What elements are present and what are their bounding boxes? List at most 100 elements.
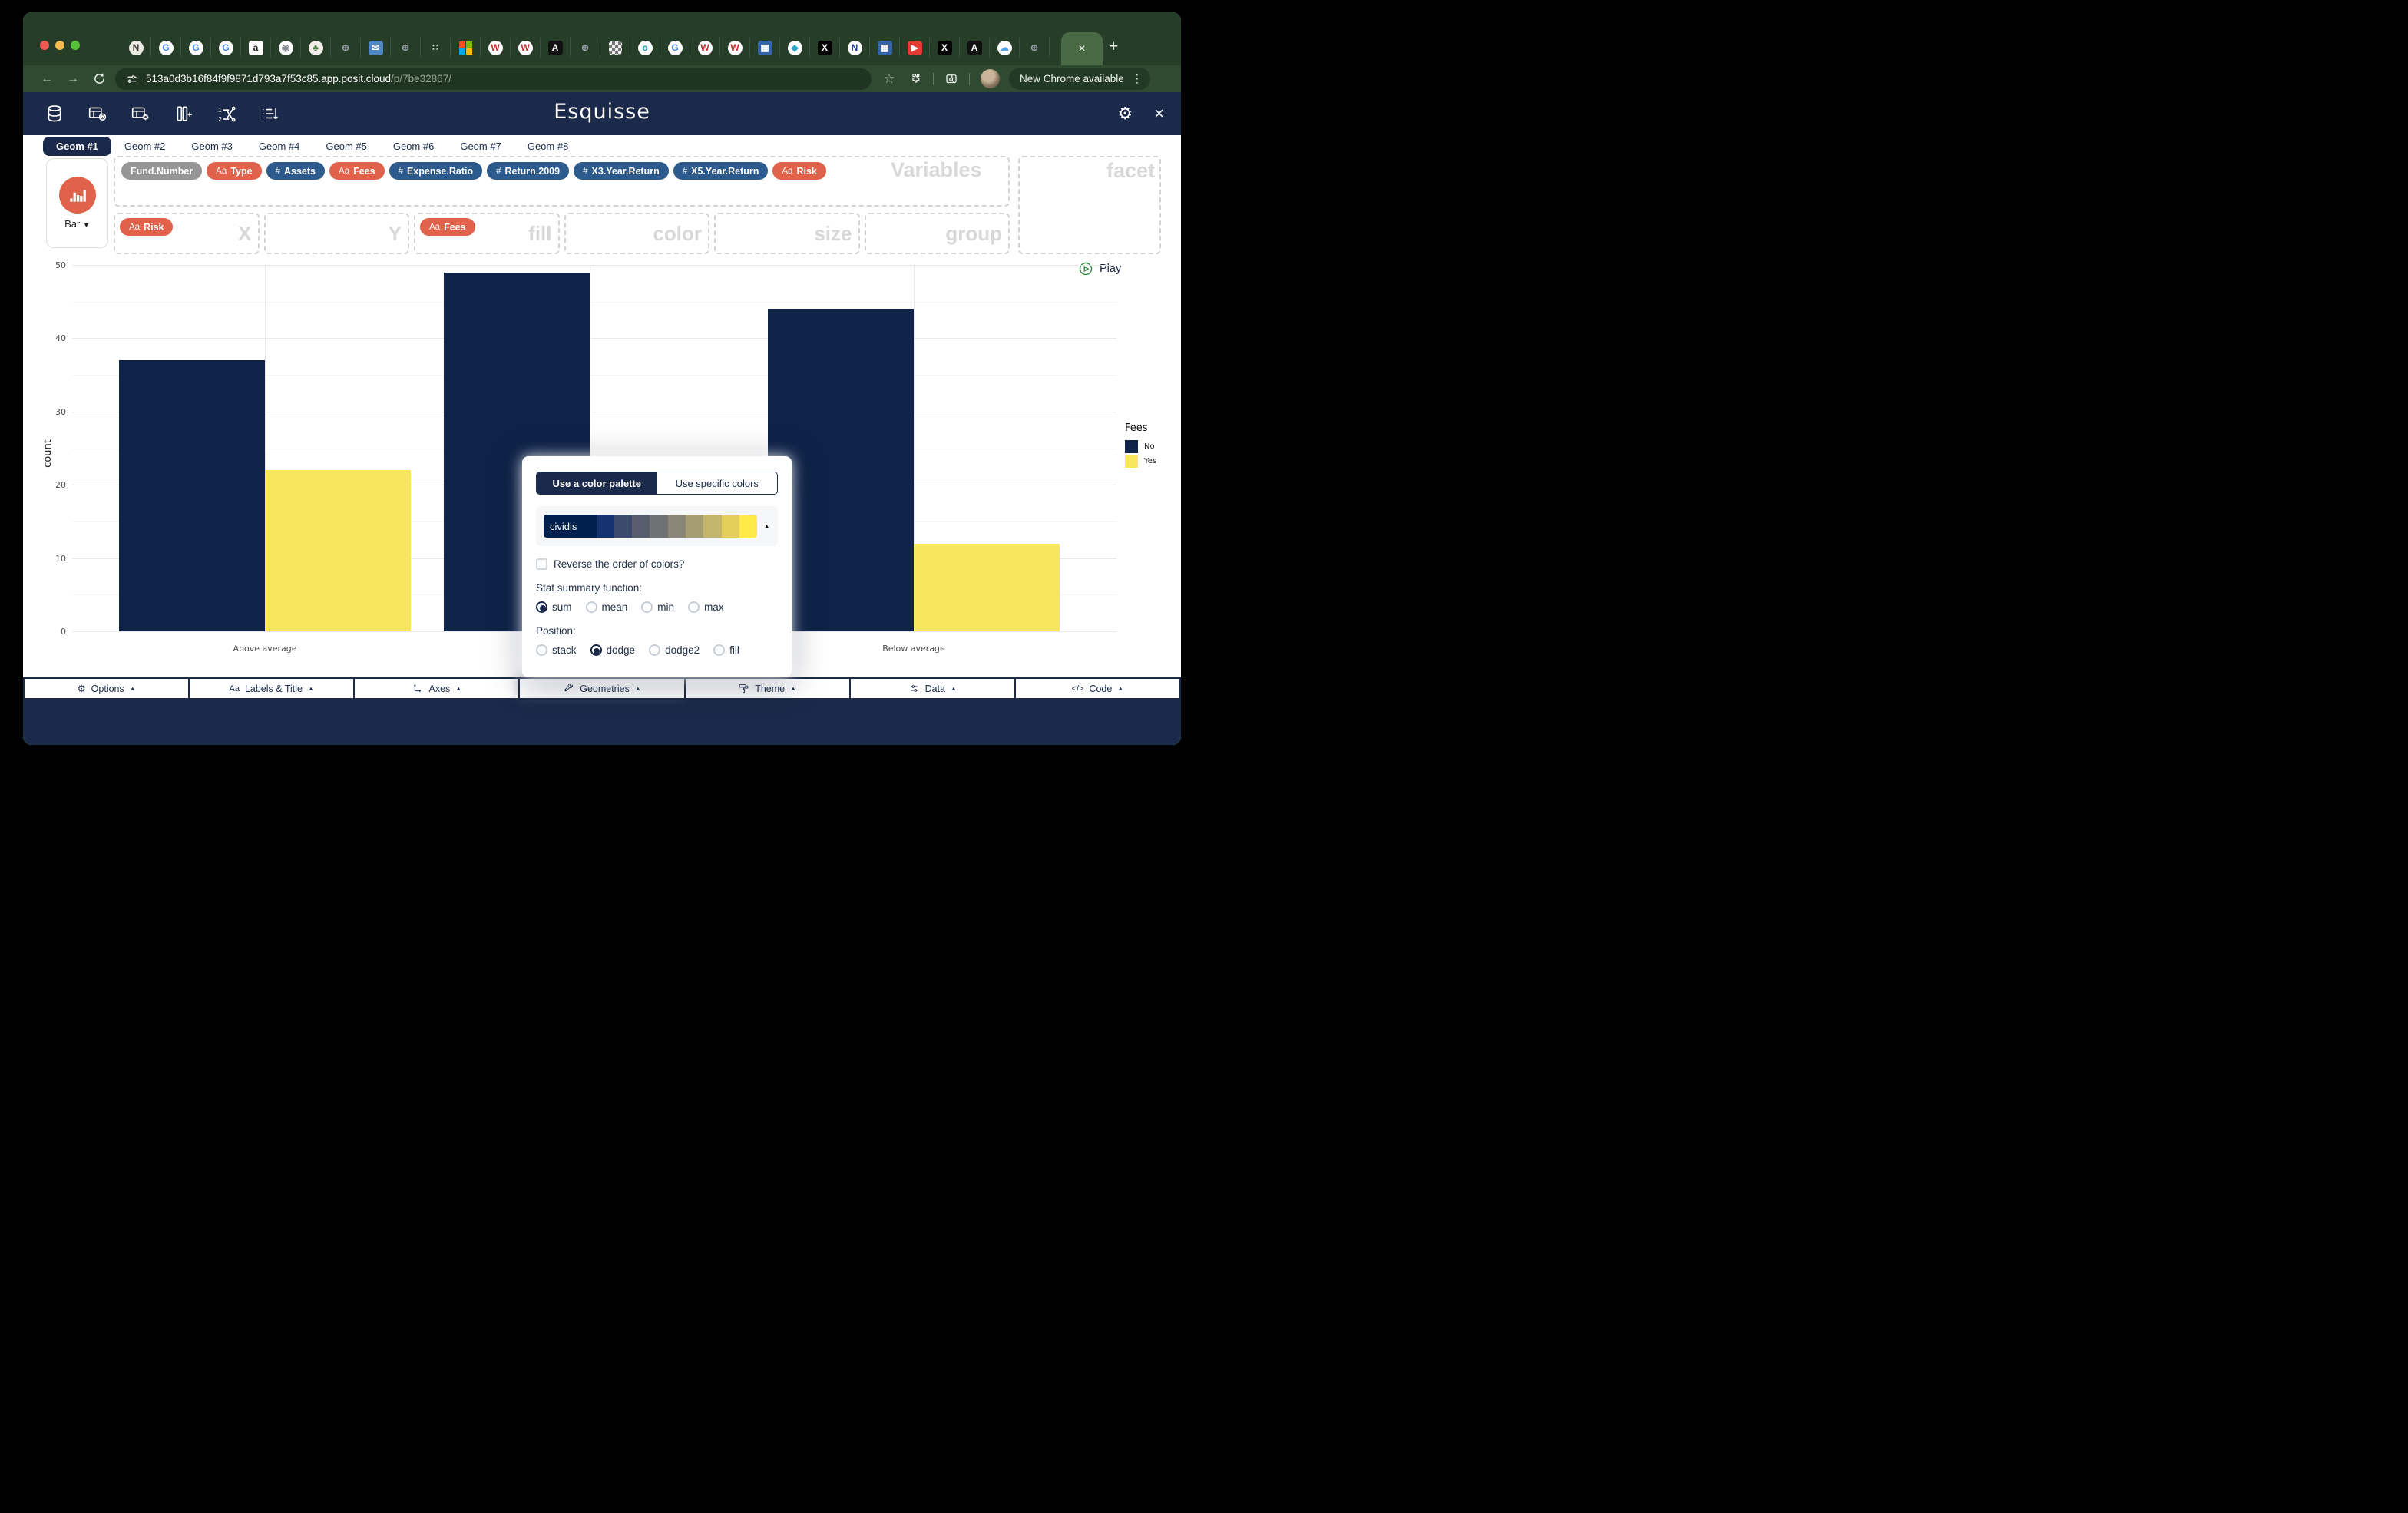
data-button[interactable]: Data▲ [849, 677, 1016, 700]
theme-button[interactable]: Theme▲ [684, 677, 851, 700]
wikipedia-tab[interactable]: W [690, 38, 720, 58]
radio-icon[interactable] [641, 601, 653, 613]
bookmark-star-icon[interactable]: ☆ [876, 71, 902, 87]
globe-tab[interactable]: ⊕ [331, 38, 361, 58]
extensions-icon[interactable] [902, 72, 928, 85]
browser-tab[interactable]: ◉ [271, 38, 301, 58]
n-tab[interactable]: N [840, 38, 870, 58]
variables-dropzone[interactable]: Fund.Number AaType #AssetsAaFees#Expense.R… [114, 156, 1010, 207]
variable-pill-fees[interactable]: AaFees [420, 218, 475, 236]
geom-selector-label[interactable]: Bar ▼ [64, 218, 90, 230]
grid-tab[interactable]: ▦ [750, 38, 780, 58]
variable-pill-assets[interactable]: #Assets [266, 162, 325, 180]
geom-tab-6[interactable]: Geom #6 [380, 137, 447, 156]
radio-icon[interactable] [586, 601, 597, 613]
geom-tab-7[interactable]: Geom #7 [447, 137, 514, 156]
tab-search-icon[interactable] [938, 72, 964, 86]
color-mode-specific-button[interactable]: Use specific colors [657, 472, 778, 494]
x-tab[interactable]: X [930, 38, 960, 58]
y-dropzone[interactable]: Y [264, 213, 410, 254]
position-radio-fill[interactable]: fill [713, 644, 739, 656]
chrome-menu-icon[interactable]: ⋮ [1132, 72, 1143, 85]
gear-icon[interactable]: ⚙ [1117, 104, 1133, 124]
new-tab-button[interactable]: + [1109, 38, 1118, 56]
minimize-window-button[interactable] [55, 41, 64, 50]
radio-icon[interactable] [688, 601, 700, 613]
radio-icon[interactable] [590, 644, 602, 656]
zoom-window-button[interactable] [71, 41, 80, 50]
google-tab[interactable]: G [181, 38, 211, 58]
windows-tab[interactable] [451, 38, 481, 58]
position-radio-dodge2[interactable]: dodge2 [649, 644, 700, 656]
amazon-tab[interactable]: a [241, 38, 271, 58]
wikipedia-tab[interactable]: W [720, 38, 750, 58]
radio-icon[interactable] [536, 601, 547, 613]
variable-pill-return.2009[interactable]: #Return.2009 [487, 162, 569, 180]
reverse-colors-checkbox[interactable] [536, 558, 547, 570]
checker-tab[interactable] [600, 38, 630, 58]
variable-pill-risk[interactable]: AaRisk [120, 218, 173, 236]
color-dropzone[interactable]: color [564, 213, 710, 254]
posit-tree-tab[interactable]: ♣ [301, 38, 331, 58]
close-tab-icon[interactable]: × [1078, 42, 1085, 56]
axes-button[interactable]: Axes▲ [353, 677, 520, 700]
google-tab[interactable]: G [660, 38, 690, 58]
google-tab[interactable]: G [151, 38, 181, 58]
variable-pill-fees[interactable]: AaFees [329, 162, 385, 180]
ai-tab[interactable]: A [960, 38, 990, 58]
code-button[interactable]: </>Code▲ [1014, 677, 1181, 700]
position-radio-dodge[interactable]: dodge [590, 644, 636, 656]
geometries-button[interactable]: Geometries▲ [518, 677, 685, 700]
geom-tab-4[interactable]: Geom #4 [246, 137, 313, 156]
youtube-tab[interactable]: ▶ [900, 38, 930, 58]
update-chrome-button[interactable]: New Chrome available ⋮ [1009, 68, 1150, 90]
x-tab[interactable]: X [810, 38, 840, 58]
wikipedia-tab[interactable]: W [511, 38, 541, 58]
color-mode-palette-button[interactable]: Use a color palette [537, 472, 657, 494]
group-dropzone[interactable]: group [865, 213, 1011, 254]
profile-avatar[interactable] [981, 69, 1000, 88]
size-dropzone[interactable]: size [714, 213, 860, 254]
wikipedia-tab[interactable]: W [481, 38, 511, 58]
close-window-button[interactable] [40, 41, 49, 50]
geom-tab-5[interactable]: Geom #5 [313, 137, 379, 156]
globe-tab[interactable]: ⊕ [391, 38, 421, 58]
options-button[interactable]: ⚙Options▲ [23, 677, 190, 700]
variable-pill-expense.ratio[interactable]: #Expense.Ratio [389, 162, 483, 180]
variable-pill-type[interactable]: AaType [207, 162, 261, 180]
globe-tab[interactable]: ⊕ [1020, 38, 1050, 58]
geom-selector[interactable]: Bar ▼ [46, 158, 108, 248]
play-icon[interactable] [1078, 261, 1093, 276]
variable-pill-x3.year.return[interactable]: #X3.Year.Return [574, 162, 669, 180]
reload-icon[interactable] [86, 72, 112, 85]
labels-title-button[interactable]: AaLabels & Title▲ [188, 677, 355, 700]
geom-tab-8[interactable]: Geom #8 [514, 137, 581, 156]
stat-radio-mean[interactable]: mean [586, 601, 628, 613]
dots-tab[interactable]: ∷ [421, 38, 451, 58]
radio-icon[interactable] [649, 644, 660, 656]
google-tab[interactable]: G [211, 38, 241, 58]
back-icon[interactable]: ← [34, 72, 60, 86]
fill-dropzone[interactable]: fillAaFees [414, 213, 560, 254]
address-bar[interactable]: 513a0d3b16f84f9f9871d793a7f53c85.app.pos… [115, 68, 872, 90]
variable-pill-risk[interactable]: AaRisk [772, 162, 825, 180]
radio-icon[interactable] [536, 644, 547, 656]
variable-pill-fund.number[interactable]: Fund.Number [121, 162, 202, 180]
globe-tab[interactable]: ⊕ [571, 38, 600, 58]
stat-radio-min[interactable]: min [641, 601, 674, 613]
facet-dropzone[interactable]: facet [1018, 156, 1161, 254]
variable-pill-x5.year.return[interactable]: #X5.Year.Return [673, 162, 769, 180]
forward-icon[interactable]: → [60, 72, 86, 86]
notion-tab[interactable]: N [121, 38, 151, 58]
stat-radio-sum[interactable]: sum [536, 601, 572, 613]
site-settings-icon[interactable] [126, 73, 138, 85]
geom-tab-3[interactable]: Geom #3 [178, 137, 245, 156]
geom-tab-1[interactable]: Geom #1 [43, 137, 111, 156]
palette-select[interactable]: cividis ▲ [536, 506, 778, 546]
radio-icon[interactable] [713, 644, 725, 656]
mail-tab[interactable]: ✉ [361, 38, 391, 58]
close-icon[interactable]: × [1154, 104, 1164, 124]
geom-tab-2[interactable]: Geom #2 [111, 137, 178, 156]
grid-tab[interactable]: ▦ [870, 38, 900, 58]
drop-tab[interactable]: ◆ [780, 38, 810, 58]
